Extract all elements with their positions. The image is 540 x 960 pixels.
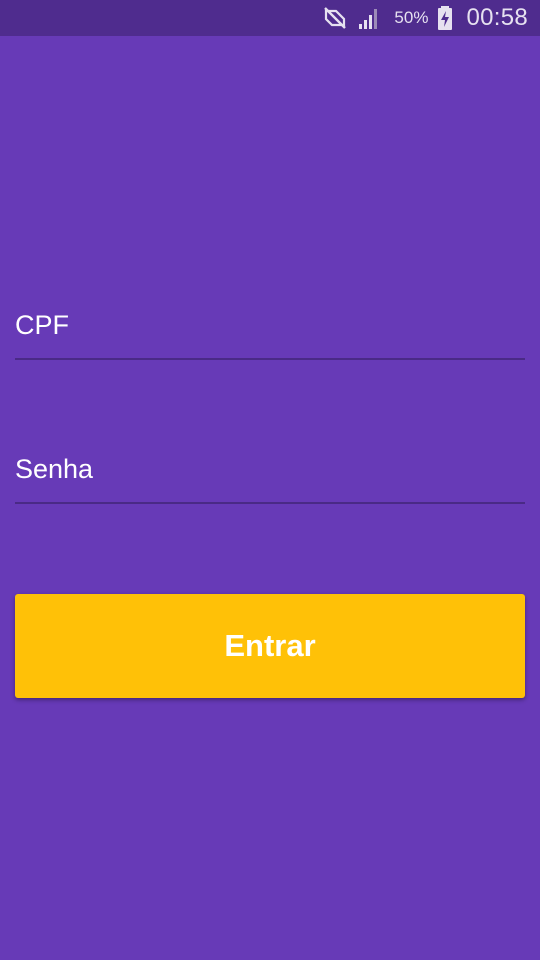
signal-icon [356,5,382,31]
senha-input[interactable] [15,434,525,504]
battery-charging-icon [436,5,454,31]
senha-underline [15,502,525,504]
battery-percent: 50% [394,8,429,27]
status-bar-right: 50% 00:58 [322,0,528,36]
cpf-field [15,290,525,360]
cpf-underline [15,358,525,360]
senha-field [15,434,525,504]
cpf-input[interactable] [15,290,525,360]
login-button[interactable]: Entrar [15,594,525,698]
muted-icon [322,5,348,31]
status-bar: 50% 00:58 [0,0,540,36]
clock: 00:58 [466,4,528,31]
